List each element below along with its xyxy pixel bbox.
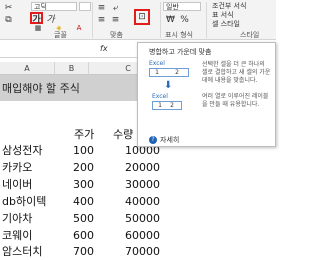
column-header-a[interactable]: A [0,62,55,75]
header-price[interactable]: 주가 [74,128,94,142]
stock-name-cell[interactable]: 네이버 [2,178,32,192]
help-label: 자세히 [160,136,180,144]
tell-me-more-link[interactable]: ? 자세히 [149,135,179,145]
stock-name-cell[interactable]: 기아차 [2,212,32,226]
percent-icon[interactable]: % [178,14,191,26]
qty-cell[interactable]: 20000 [120,161,160,175]
mini-cell: 2 [175,69,179,76]
banner-title: 매입해야 할 주식 [2,82,80,95]
mini-cell: 1 [155,69,159,76]
stock-name-cell[interactable]: 암스터치 [2,245,42,259]
font-group-label: 글꼴 [54,31,67,39]
qty-cell[interactable]: 30000 [120,178,160,192]
stock-name-cell[interactable]: 삼성전자 [2,144,42,158]
mini-grid-bottom: 1 2 [152,101,182,110]
price-cell[interactable]: 500 [70,212,94,226]
ribbon-separator [206,2,207,38]
wrap-text-icon[interactable]: ⤶ [109,2,122,14]
alignment-group-label: 맞춤 [110,31,123,39]
help-icon: ? [149,136,157,144]
italic-icon[interactable]: 가 [44,12,57,25]
header-qty[interactable]: 수량 [113,128,133,142]
price-cell[interactable]: 700 [70,245,94,259]
qty-cell[interactable]: 50000 [120,212,160,226]
conditional-format-button[interactable]: 조건부 서식 [212,2,246,11]
mini-excel-label: Excel [152,93,168,100]
copy-icon[interactable]: ⧉ [2,14,15,26]
align-top-icon[interactable]: ≡ [95,2,108,14]
tooltip-title: 병합하고 가운데 맞춤 [149,48,212,56]
tooltip-description-2: 여러 열로 이루어진 레이블을 만들 때 유용합니다. [202,93,269,108]
qty-cell[interactable]: 70000 [120,245,160,259]
font-color-icon[interactable]: A [72,24,86,32]
borders-icon[interactable]: ▦ [31,24,45,32]
ribbon-separator [160,2,161,38]
mini-cell: 2 [170,102,174,109]
font-size-box[interactable] [79,2,91,11]
mini-cell: 1 [158,102,162,109]
number-group-label: 표시 형식 [165,31,193,39]
cell-style-button[interactable]: 셀 스타일 [212,20,240,29]
stock-name-cell[interactable]: 카카오 [2,161,32,175]
ribbon: ✂ ⧉ 고딕 가 가 ▦ ◈ A 글꼴 ≡ ⤶ ≡ ≡ ⊡ 맞춤 일반 ₩ % … [0,0,276,40]
bold-button[interactable]: 가 [30,12,43,25]
font-name-box[interactable]: 고딕 [31,2,77,11]
ribbon-separator [92,2,93,38]
cut-icon[interactable]: ✂ [2,2,15,14]
table-format-button[interactable]: 표 서식 [212,11,234,20]
number-format-value: 일반 [166,3,179,11]
mini-excel-label: Excel [149,60,165,67]
currency-icon[interactable]: ₩ [164,14,177,26]
down-arrow-icon: ⬇ [164,80,173,91]
merge-tooltip: 병합하고 가운데 맞춤 Excel 1 2 ⬇ Excel 1 2 선택한 셀을… [137,42,276,147]
column-header-b[interactable]: B [55,62,89,75]
price-cell[interactable]: 100 [70,144,94,158]
price-cell[interactable]: 200 [70,161,94,175]
qty-cell[interactable]: 40000 [120,195,160,209]
price-cell[interactable]: 400 [70,195,94,209]
stock-name-cell[interactable]: db하이텍 [2,195,46,209]
mini-grid-top: 1 2 [149,68,189,77]
align-center-icon[interactable]: ≡ [109,14,122,26]
styles-group-label: 스타일 [240,31,260,39]
price-cell[interactable]: 600 [70,229,94,243]
merge-and-center-button[interactable]: ⊡ [134,9,150,25]
fx-icon: fx [100,44,108,53]
tooltip-description: 선택한 셀을 더 큰 하나의 셀로 결합하고 새 셀의 가운데에 내용을 맞춥니… [202,61,271,84]
price-cell[interactable]: 300 [70,178,94,192]
stock-name-cell[interactable]: 코웨이 [2,229,32,243]
number-format-box[interactable]: 일반 [163,2,201,11]
qty-cell[interactable]: 60000 [120,229,160,243]
align-left-icon[interactable]: ≡ [95,14,108,26]
